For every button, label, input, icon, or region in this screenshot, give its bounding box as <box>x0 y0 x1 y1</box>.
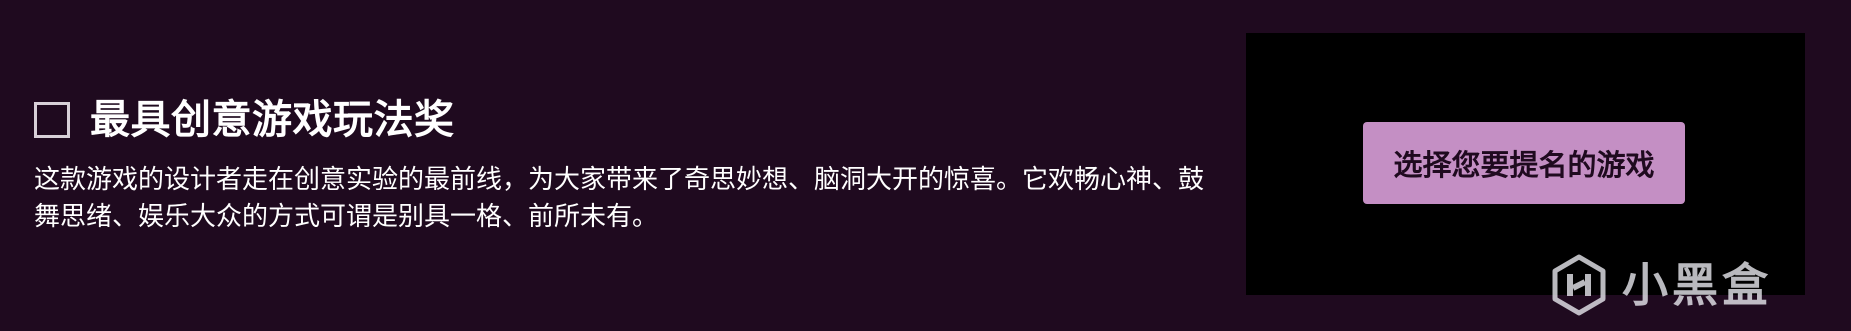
award-description: 这款游戏的设计者走在创意实验的最前线，为大家带来了奇思妙想、脑洞大开的惊喜。它欢… <box>34 165 1205 232</box>
watermark: 小黑盒 <box>1548 254 1772 316</box>
award-section: 最具创意游戏玩法奖 这款游戏的设计者走在创意实验的最前线，为大家带来了奇思妙想、… <box>0 0 1851 331</box>
nominate-game-button[interactable]: 选择您要提名的游戏 <box>1363 122 1685 204</box>
award-info: 最具创意游戏玩法奖 这款游戏的设计者走在创意实验的最前线，为大家带来了奇思妙想、… <box>34 95 1234 236</box>
nominate-game-button-label: 选择您要提名的游戏 <box>1393 150 1655 182</box>
award-title-row: 最具创意游戏玩法奖 <box>34 95 1234 145</box>
award-checkbox[interactable] <box>34 102 70 138</box>
heybox-logo-icon <box>1552 254 1606 316</box>
award-title: 最具创意游戏玩法奖 <box>90 97 455 143</box>
watermark-text: 小黑盒 <box>1622 258 1772 312</box>
